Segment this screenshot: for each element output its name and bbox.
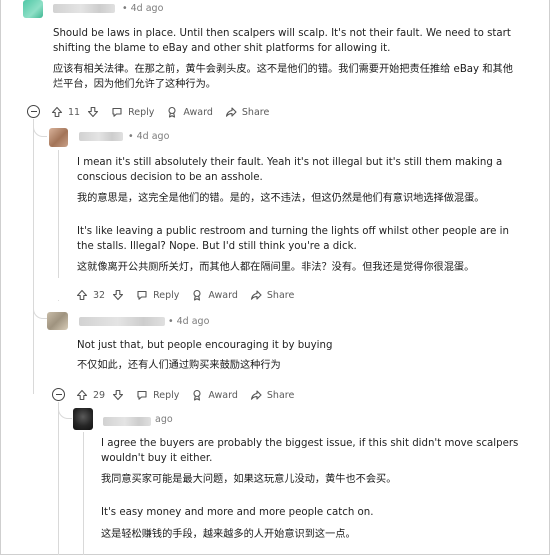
username-redacted[interactable] [53, 4, 115, 13]
reply-icon [111, 106, 123, 118]
share-label: Share [266, 289, 295, 301]
award-label: Award [208, 289, 238, 301]
username-redacted[interactable] [79, 317, 165, 326]
vote-count: 11 [68, 106, 81, 118]
award-icon [191, 289, 203, 301]
avatar[interactable] [23, 0, 43, 18]
comment-actions: 32 Reply Award Share [76, 286, 294, 304]
share-label: Share [241, 106, 270, 118]
share-icon [225, 106, 237, 118]
thread-connector [58, 300, 59, 301]
upvote-button[interactable]: 32 [76, 289, 105, 301]
upvote-button[interactable]: 11 [51, 106, 80, 118]
downvote-icon[interactable] [112, 389, 124, 401]
avatar[interactable] [49, 128, 68, 147]
reply-button[interactable]: Reply [111, 106, 154, 118]
reply-button[interactable]: Reply [136, 289, 179, 301]
comment-body-en: It's easy money and more and more people… [101, 507, 374, 518]
collapse-icon[interactable] [52, 388, 65, 401]
upvote-button[interactable]: 29 [76, 389, 105, 401]
comment-actions: 11 Reply Award Share [51, 103, 269, 121]
comment-body-en: I agree the buyers are probably the bigg… [101, 438, 519, 464]
comment-body-en: Not just that, but people encouraging it… [77, 340, 333, 351]
award-button[interactable]: Award [191, 289, 238, 301]
award-label: Award [183, 106, 213, 118]
avatar[interactable] [73, 408, 93, 430]
reply-icon [136, 389, 148, 401]
reply-label: Reply [153, 289, 180, 301]
username-redacted[interactable] [79, 132, 123, 141]
downvote-icon[interactable] [112, 289, 124, 301]
award-icon [166, 106, 178, 118]
share-label: Share [266, 389, 295, 401]
reply-icon [136, 289, 148, 301]
share-icon [250, 389, 262, 401]
comment-body-zh: 不仅如此，还有人们通过购买来鼓励这种行为 [77, 360, 281, 371]
thread-line[interactable] [58, 150, 59, 278]
award-icon [191, 389, 203, 401]
vote-count: 32 [93, 289, 106, 301]
downvote-icon[interactable] [87, 106, 99, 118]
thread-line[interactable] [33, 119, 34, 394]
collapse-icon[interactable] [27, 105, 40, 118]
thread-connector [58, 402, 72, 419]
comment-actions: 29 Reply Award Share [76, 386, 294, 404]
comment-body-zh: 应该有相关法律。在那之前，黄牛会剥头皮。这不是他们的错。我们需要开始把责任推给 … [53, 64, 513, 90]
comment-body-en: It's like leaving a public restroom and … [77, 226, 509, 252]
thread-connector [33, 119, 47, 137]
reply-label: Reply [153, 389, 180, 401]
vote-count: 29 [93, 389, 106, 401]
timestamp: ago [155, 414, 173, 425]
timestamp: • 4d ago [122, 3, 164, 14]
timestamp: • 4d ago [128, 131, 170, 142]
reply-label: Reply [128, 106, 155, 118]
share-button[interactable]: Share [250, 389, 294, 401]
share-icon [250, 289, 262, 301]
username-redacted[interactable] [103, 417, 151, 426]
thread-line[interactable] [83, 432, 84, 555]
comment-body-en: Should be laws in place. Until then scal… [53, 28, 511, 54]
comment-body-zh: 我的意思是，这完全是他们的错。是的，这不违法，但这仍然是他们有意识地选择做混蛋。 [77, 193, 485, 204]
award-button[interactable]: Award [191, 389, 238, 401]
reply-button[interactable]: Reply [136, 389, 179, 401]
upvote-icon [76, 289, 88, 301]
share-button[interactable]: Share [250, 289, 294, 301]
comment-body-en: I mean it's still absolutely their fault… [77, 157, 503, 183]
comment-body-zh: 这是轻松赚钱的手段，越来越多的人开始意识到这一点。 [101, 529, 356, 540]
thread-line[interactable] [58, 402, 59, 555]
award-label: Award [208, 389, 238, 401]
upvote-icon [51, 106, 63, 118]
award-button[interactable]: Award [166, 106, 213, 118]
upvote-icon [76, 389, 88, 401]
comment-thread-panel: • 4d ago Should be laws in place. Until … [0, 0, 550, 555]
avatar[interactable] [47, 312, 68, 330]
thread-connector [33, 300, 47, 319]
comment-body-zh: 我同意买家可能是最大问题，如果这玩意儿没动，黄牛也不会买。 [101, 474, 397, 485]
comment-body-zh: 这就像离开公共厕所关灯，而其他人都在隔间里。非法？没有。但我还是觉得你很混蛋。 [77, 262, 475, 273]
timestamp: • 4d ago [168, 316, 210, 327]
share-button[interactable]: Share [225, 106, 269, 118]
